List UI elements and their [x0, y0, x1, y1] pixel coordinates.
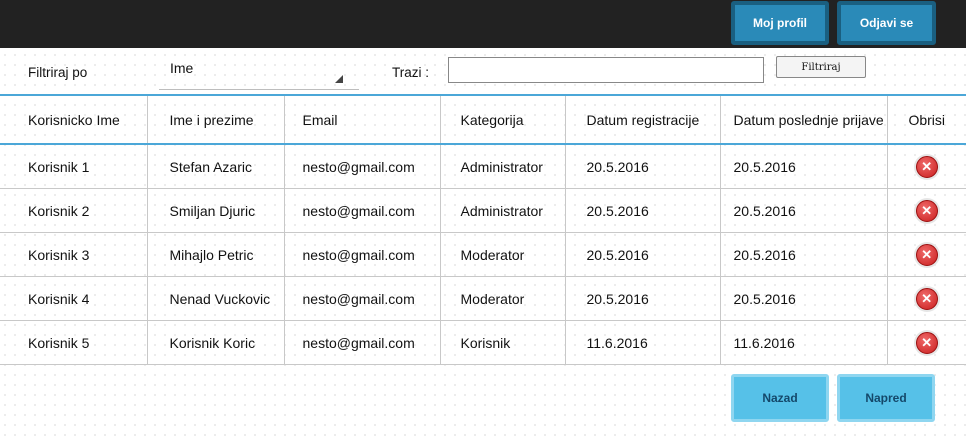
table-row: Korisnik 1 Stefan Azaric nesto@gmail.com… [0, 144, 966, 189]
column-header: Datum registracije [565, 95, 721, 145]
delete-icon[interactable]: ✕ [915, 199, 938, 222]
cell-full-name: Mihajlo Petric [147, 232, 285, 277]
filter-field-select[interactable]: Ime [159, 58, 359, 90]
cell-email: nesto@gmail.com [284, 320, 441, 365]
cell-category: Korisnik [440, 320, 566, 365]
column-header: Kategorija [440, 95, 566, 145]
dropdown-arrow-icon [335, 75, 343, 83]
delete-icon[interactable]: ✕ [915, 331, 938, 354]
cell-last-login: 20.5.2016 [720, 188, 888, 233]
cell-last-login: 20.5.2016 [720, 276, 888, 321]
cell-registration-date: 11.6.2016 [565, 320, 721, 365]
cell-full-name: Nenad Vuckovic [147, 276, 285, 321]
table-row: Korisnik 3 Mihajlo Petric nesto@gmail.co… [0, 232, 966, 277]
cell-last-login: 20.5.2016 [720, 232, 888, 277]
cell-full-name: Smiljan Djuric [147, 188, 285, 233]
cell-username: Korisnik 3 [0, 232, 148, 277]
cell-delete: ✕ [887, 232, 966, 277]
cell-category: Moderator [440, 276, 566, 321]
column-header: Obrisi [887, 95, 966, 145]
cell-registration-date: 20.5.2016 [565, 188, 721, 233]
cell-category: Administrator [440, 144, 566, 189]
filter-field-select-value: Ime [170, 60, 194, 76]
top-bar: Moj profil Odjavi se [0, 0, 966, 48]
back-button[interactable]: Nazad [731, 374, 829, 422]
cell-full-name: Stefan Azaric [147, 144, 285, 189]
cell-registration-date: 20.5.2016 [565, 144, 721, 189]
column-header: Ime i prezime [147, 95, 285, 145]
users-table: Korisnicko Ime Ime i prezime Email Kateg… [0, 94, 966, 365]
table-row: Korisnik 2 Smiljan Djuric nesto@gmail.co… [0, 188, 966, 233]
cell-username: Korisnik 4 [0, 276, 148, 321]
logout-button[interactable]: Odjavi se [837, 1, 936, 45]
table-header-row: Korisnicko Ime Ime i prezime Email Kateg… [0, 95, 966, 145]
cell-username: Korisnik 2 [0, 188, 148, 233]
cell-delete: ✕ [887, 144, 966, 189]
delete-icon[interactable]: ✕ [915, 155, 938, 178]
filter-button[interactable]: Filtriraj [776, 56, 866, 78]
my-profile-button[interactable]: Moj profil [731, 1, 829, 45]
cell-category: Administrator [440, 188, 566, 233]
cell-delete: ✕ [887, 276, 966, 321]
cell-email: nesto@gmail.com [284, 276, 441, 321]
search-label: Trazi : [392, 65, 429, 80]
cell-delete: ✕ [887, 320, 966, 365]
column-header: Korisnicko Ime [0, 95, 148, 145]
delete-icon[interactable]: ✕ [915, 243, 938, 266]
column-header: Datum poslednje prijave [720, 95, 888, 145]
cell-email: nesto@gmail.com [284, 188, 441, 233]
search-input[interactable] [448, 57, 764, 83]
cell-email: nesto@gmail.com [284, 144, 441, 189]
filter-by-label: Filtriraj po [28, 65, 88, 80]
cell-registration-date: 20.5.2016 [565, 276, 721, 321]
next-button[interactable]: Napred [837, 374, 935, 422]
table-row: Korisnik 4 Nenad Vuckovic nesto@gmail.co… [0, 276, 966, 321]
delete-icon[interactable]: ✕ [915, 287, 938, 310]
table-row: Korisnik 5 Korisnik Koric nesto@gmail.co… [0, 320, 966, 365]
cell-last-login: 11.6.2016 [720, 320, 888, 365]
cell-registration-date: 20.5.2016 [565, 232, 721, 277]
cell-category: Moderator [440, 232, 566, 277]
cell-email: nesto@gmail.com [284, 232, 441, 277]
cell-last-login: 20.5.2016 [720, 144, 888, 189]
filter-bar: Filtriraj po Ime Trazi : Filtriraj [0, 48, 966, 94]
cell-full-name: Korisnik Koric [147, 320, 285, 365]
cell-delete: ✕ [887, 188, 966, 233]
cell-username: Korisnik 1 [0, 144, 148, 189]
cell-username: Korisnik 5 [0, 320, 148, 365]
column-header: Email [284, 95, 441, 145]
